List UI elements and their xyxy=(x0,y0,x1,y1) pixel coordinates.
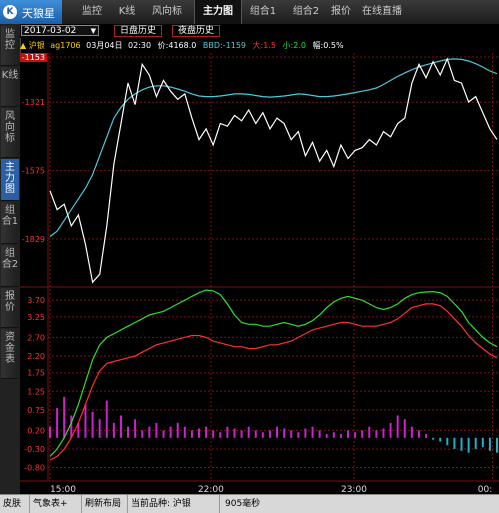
side-tab-combo2[interactable]: 组合2 xyxy=(1,245,19,287)
bbd-value: -1159 xyxy=(222,41,246,50)
y-tick-label: -0.30 xyxy=(24,445,45,454)
side-tab-monitor[interactable]: 监控 xyxy=(1,26,19,66)
status-bar: 皮肤 气象表+ 刷新布局 当前品种: 沪银 905毫秒 xyxy=(0,494,499,513)
side-tab-bar: 监控 K线 风向标 主力图 组合1 组合2 报价 资金表 xyxy=(0,24,21,494)
tab-monitor[interactable]: 监控 xyxy=(72,0,112,24)
side-tab-label: 报价 xyxy=(5,291,15,313)
big-label: 大: xyxy=(252,41,264,50)
y-tick-label: -1153 xyxy=(22,53,45,62)
y-tick-label: 3.25 xyxy=(27,313,45,322)
skin-button[interactable]: 皮肤 xyxy=(0,495,30,513)
y-tick-label: 2.20 xyxy=(27,352,45,361)
tab-combo2[interactable]: 组合2 xyxy=(286,0,326,24)
triangle-up-icon: ▲ xyxy=(20,41,27,50)
latency: 905毫秒 xyxy=(225,499,261,509)
top-menu-bar: K 天狼星 监控 K线 风向标 主力图 组合1 组合2 报价 在线直播 xyxy=(0,0,499,25)
side-tab-label: 组合2 xyxy=(1,248,19,270)
quote-date: 03月04日 xyxy=(86,41,123,50)
app-name: 天狼星 xyxy=(22,7,55,20)
side-tab-combo1[interactable]: 组合1 xyxy=(1,202,19,244)
side-tab-main-force[interactable]: 主力图 xyxy=(1,159,19,201)
side-tab-label: 组合1 xyxy=(1,205,19,227)
logo-icon: K xyxy=(3,5,17,19)
refresh-layout-button[interactable]: 刷新布局 xyxy=(82,495,128,513)
side-tab-fund-table[interactable]: 资金表 xyxy=(1,329,19,379)
weather-button[interactable]: 气象表+ xyxy=(30,495,82,513)
x-tick-label: 22:00 xyxy=(198,485,224,494)
date-value: 2017-03-02 xyxy=(24,26,77,36)
tab-quote[interactable]: 报价 xyxy=(326,0,356,24)
y-tick-label: -1575 xyxy=(22,167,45,176)
day-history-button[interactable]: 日盘历史 xyxy=(114,25,162,37)
price-value: 4168.0 xyxy=(168,41,197,50)
side-tab-label: K线 xyxy=(1,70,19,81)
amplitude-value: 0.5% xyxy=(323,41,344,50)
small-label: 小: xyxy=(282,41,294,50)
side-tab-label: 主力图 xyxy=(5,162,15,195)
date-select[interactable]: 2017-03-02 ▼ xyxy=(21,25,99,36)
x-tick-label: 00: xyxy=(478,485,492,494)
y-tick-label: 1.25 xyxy=(27,387,45,396)
side-tab-wind-vane[interactable]: 风向标 xyxy=(1,108,19,158)
y-tick-label: 2.70 xyxy=(27,333,45,342)
y-tick-label: -1321 xyxy=(22,98,45,107)
big-value: 1.5 xyxy=(263,41,276,50)
tab-kline[interactable]: K线 xyxy=(112,0,142,24)
tab-main-force[interactable]: 主力图 xyxy=(194,0,242,24)
quote-time: 02:30 xyxy=(128,41,152,50)
app-logo: K 天狼星 xyxy=(0,0,62,24)
price-label: 价: xyxy=(157,41,169,50)
amplitude-label: 幅: xyxy=(312,41,324,50)
side-tab-quote[interactable]: 报价 xyxy=(1,288,19,328)
y-tick-label: 0.20 xyxy=(27,426,45,435)
y-tick-label: 1.75 xyxy=(27,369,45,378)
tab-combo1[interactable]: 组合1 xyxy=(240,0,286,24)
chevron-down-icon: ▼ xyxy=(90,27,96,35)
side-tab-label: 资金表 xyxy=(5,332,15,365)
y-tick-label: 3.70 xyxy=(27,296,45,305)
side-tab-label: 监控 xyxy=(5,29,15,51)
side-tab-kline[interactable]: K线 xyxy=(1,67,19,107)
x-tick-label: 15:00 xyxy=(50,485,76,494)
tab-wind-vane[interactable]: 风向标 xyxy=(142,0,192,24)
side-tab-label: 风向标 xyxy=(5,111,15,144)
contract-code: ag1706 xyxy=(50,41,81,50)
small-value: 2.0 xyxy=(293,41,306,50)
symbol-name: 沪银 xyxy=(28,41,45,50)
date-toolbar: 2017-03-02 ▼ 日盘历史 夜盘历史 xyxy=(20,24,499,38)
y-tick-label: 0.75 xyxy=(27,406,45,415)
current-symbol: 当前品种: 沪银 xyxy=(128,495,220,513)
night-history-button[interactable]: 夜盘历史 xyxy=(172,25,220,37)
tab-live[interactable]: 在线直播 xyxy=(358,0,406,24)
bbd-label: BBD: xyxy=(202,41,223,50)
main-force-chart: -1153 -1321 -1575 -1829 3.70 3.25 2.70 2.20 1.75… xyxy=(20,53,499,494)
current-symbol-label: 当前品种: xyxy=(131,499,171,509)
x-tick-label: 23:00 xyxy=(341,485,367,494)
y-tick-label: -0.80 xyxy=(24,464,45,473)
quote-info-bar: ▲ 沪银 ag1706 03月04日 02:30 价:4168.0 BBD:-1… xyxy=(20,39,499,53)
current-symbol-value: 沪银 xyxy=(172,499,191,509)
y-tick-label: -1829 xyxy=(22,235,45,244)
